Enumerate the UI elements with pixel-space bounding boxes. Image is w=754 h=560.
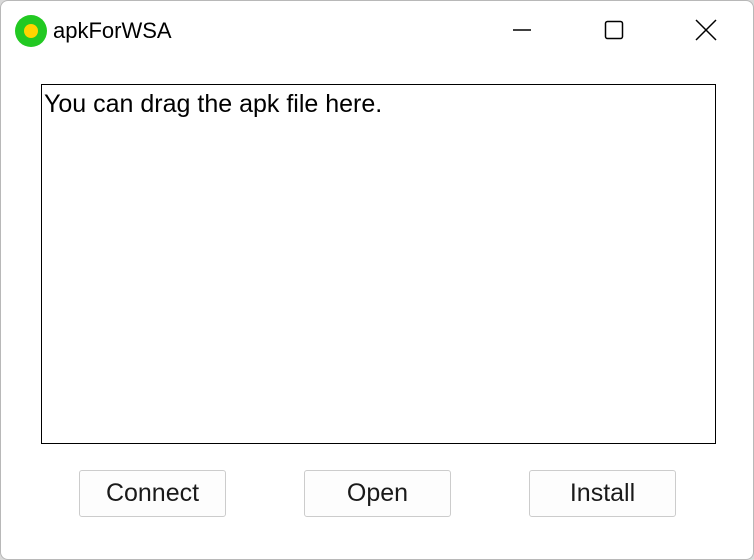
app-window: apkForWSA You can drag the apk file here…	[0, 0, 754, 560]
app-icon	[15, 15, 47, 47]
close-icon	[695, 19, 717, 41]
maximize-button[interactable]	[591, 1, 637, 59]
close-button[interactable]	[683, 1, 729, 59]
open-button[interactable]: Open	[304, 470, 451, 517]
window-title: apkForWSA	[53, 18, 172, 43]
drop-area-hint: You can drag the apk file here.	[44, 90, 383, 118]
install-button[interactable]: Install	[529, 470, 676, 517]
apk-drop-area[interactable]: You can drag the apk file here.	[41, 84, 716, 444]
minimize-button[interactable]	[499, 1, 545, 59]
title-bar[interactable]: apkForWSA	[1, 1, 753, 59]
connect-button[interactable]: Connect	[79, 470, 226, 517]
maximize-icon	[604, 20, 624, 40]
minimize-icon	[513, 29, 531, 31]
